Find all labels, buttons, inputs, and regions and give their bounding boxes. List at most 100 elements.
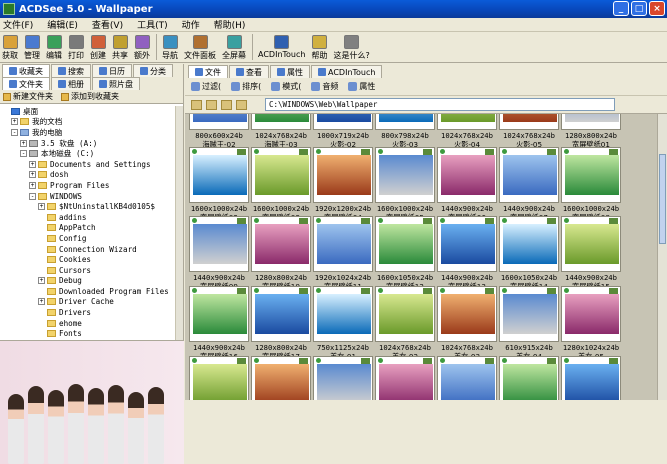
expand-icon[interactable]: + <box>11 118 18 126</box>
expand-icon[interactable]: + <box>20 139 27 147</box>
tree-item[interactable]: + Program Files <box>2 180 176 191</box>
collapse-icon[interactable]: - <box>20 150 27 158</box>
thumbnail-frame[interactable] <box>313 147 373 203</box>
thumbnail-frame[interactable] <box>375 216 435 272</box>
tab-calendar[interactable]: 日历 <box>92 64 132 77</box>
thumbnail-frame[interactable] <box>189 147 249 203</box>
thumbnail-frame[interactable] <box>375 114 435 130</box>
menu-action[interactable]: 动作 <box>182 18 200 31</box>
thumbnail-frame[interactable] <box>499 114 559 130</box>
toolbar-button-10[interactable]: ACDInTouch <box>258 32 305 59</box>
expand-icon[interactable]: + <box>29 160 36 168</box>
tree-item[interactable]: + Driver Cache <box>2 297 176 308</box>
tree-item[interactable]: Drivers <box>2 307 176 318</box>
toolbar-button-12[interactable]: 这是什么? <box>333 32 370 61</box>
thumbnail-frame[interactable] <box>437 147 497 203</box>
address-field[interactable]: C:\WINDOWS\Web\Wallpaper <box>265 98 615 111</box>
tree-item[interactable]: + $NtUninstallKB4d0105$ <box>2 201 176 212</box>
toolbar-button-9[interactable]: 全屏幕 <box>222 32 246 61</box>
tree-item[interactable]: 桌面 <box>2 106 176 117</box>
thumbnail-frame[interactable] <box>189 216 249 272</box>
tree-scrollbar[interactable] <box>175 106 183 340</box>
toolbar-button-7[interactable]: 导航 <box>162 32 178 61</box>
thumbnail-frame[interactable] <box>499 216 559 272</box>
thumbnail-frame[interactable] <box>189 356 249 400</box>
thumbnail-frame[interactable] <box>561 114 621 130</box>
expand-icon[interactable]: + <box>29 171 36 179</box>
thumbnail-frame[interactable] <box>251 216 311 272</box>
toolbar-button-4[interactable]: 创建 <box>90 32 106 61</box>
thumbnail-frame[interactable] <box>251 147 311 203</box>
toolbar-button-3[interactable]: 打印 <box>68 32 84 61</box>
tree-item[interactable]: Cursors <box>2 265 176 276</box>
thumbnail-frame[interactable] <box>375 147 435 203</box>
thumbnail-frame[interactable] <box>375 286 435 342</box>
tree-item[interactable]: AppPatch <box>2 223 176 234</box>
tab-folders[interactable]: 文件夹 <box>2 77 50 90</box>
menu-view[interactable]: 查看(V) <box>92 18 123 31</box>
toolbar-button-2[interactable]: 编辑 <box>46 32 62 61</box>
tree-item[interactable]: Config <box>2 233 176 244</box>
toolbar-button-0[interactable]: 获取 <box>2 32 18 61</box>
add-favorite-button[interactable]: 添加到收藏夹 <box>61 91 119 102</box>
tab-properties[interactable]: 属性 <box>270 65 310 78</box>
thumbnail-frame[interactable] <box>561 147 621 203</box>
expand-icon[interactable]: + <box>38 298 45 306</box>
toolbar-button-5[interactable]: 共享 <box>112 32 128 61</box>
filter-button[interactable]: 过滤( <box>191 81 221 92</box>
thumbnail-frame[interactable] <box>251 114 311 130</box>
collapse-icon[interactable]: - <box>11 128 18 136</box>
tab-albums[interactable]: 相册 <box>51 77 91 90</box>
tree-item[interactable]: Cookies <box>2 254 176 265</box>
thumbnail-frame[interactable] <box>561 286 621 342</box>
thumbnail-frame[interactable] <box>561 216 621 272</box>
close-icon[interactable]: × <box>649 1 665 16</box>
expand-icon[interactable]: + <box>29 181 36 189</box>
tree-item[interactable]: + Debug <box>2 276 176 287</box>
thumbnail-frame[interactable] <box>313 356 373 400</box>
thumbnail-frame[interactable] <box>437 356 497 400</box>
thumbnail-frame[interactable] <box>313 216 373 272</box>
tab-search[interactable]: 搜索 <box>51 64 91 77</box>
new-folder-icon[interactable] <box>221 99 232 110</box>
thumbnail-frame[interactable] <box>375 356 435 400</box>
thumbnail-frame[interactable] <box>437 114 497 130</box>
tree-item[interactable]: Downloaded Program Files <box>2 286 176 297</box>
expand-icon[interactable]: + <box>38 203 45 211</box>
thumbnail-frame[interactable] <box>437 286 497 342</box>
thumbnail-frame[interactable] <box>251 286 311 342</box>
thumbnail-frame[interactable] <box>561 356 621 400</box>
sort-button[interactable]: 排序( <box>231 81 261 92</box>
tree-item[interactable]: ehome <box>2 318 176 329</box>
tab-acdintouch[interactable]: ACDInTouch <box>311 65 383 78</box>
up-folder-icon[interactable] <box>206 99 217 110</box>
tab-photodisc[interactable]: 照片盘 <box>92 77 140 90</box>
tab-favorites[interactable]: 收藏夹 <box>2 64 50 77</box>
thumbnail-frame[interactable] <box>189 286 249 342</box>
tree-item[interactable]: - 本地磁盘 (C:) <box>2 148 176 159</box>
tree-item[interactable]: - WINDOWS <box>2 191 176 202</box>
toolbar-button-6[interactable]: 额外 <box>134 32 150 61</box>
properties-button[interactable]: 属性 <box>348 81 375 92</box>
maximize-icon[interactable]: □ <box>631 1 647 16</box>
tree-item[interactable]: - 我的电脑 <box>2 127 176 138</box>
thumbnail-frame[interactable] <box>313 114 373 130</box>
new-folder-button[interactable]: 新建文件夹 <box>3 91 53 102</box>
tab-category[interactable]: 分类 <box>133 64 173 77</box>
tree-item[interactable]: + Documents and Settings <box>2 159 176 170</box>
collapse-icon[interactable]: - <box>29 192 36 200</box>
tab-view[interactable]: 查看 <box>229 65 269 78</box>
thumbnail-frame[interactable] <box>499 356 559 400</box>
tree-item[interactable]: Connection Wizard <box>2 244 176 255</box>
tree-item[interactable]: Fonts <box>2 328 176 339</box>
tree-item[interactable]: addins <box>2 212 176 223</box>
thumbnail-frame[interactable] <box>499 147 559 203</box>
back-folder-icon[interactable] <box>191 99 202 110</box>
tree-folder-icon[interactable] <box>236 99 247 110</box>
minimize-icon[interactable]: _ <box>613 1 629 16</box>
toolbar-button-1[interactable]: 管理 <box>24 32 40 61</box>
tree-item[interactable]: + 我的文档 <box>2 117 176 128</box>
menu-help[interactable]: 帮助(H) <box>214 18 246 31</box>
tab-file[interactable]: 文件 <box>188 65 228 78</box>
mode-button[interactable]: 模式( <box>271 81 301 92</box>
